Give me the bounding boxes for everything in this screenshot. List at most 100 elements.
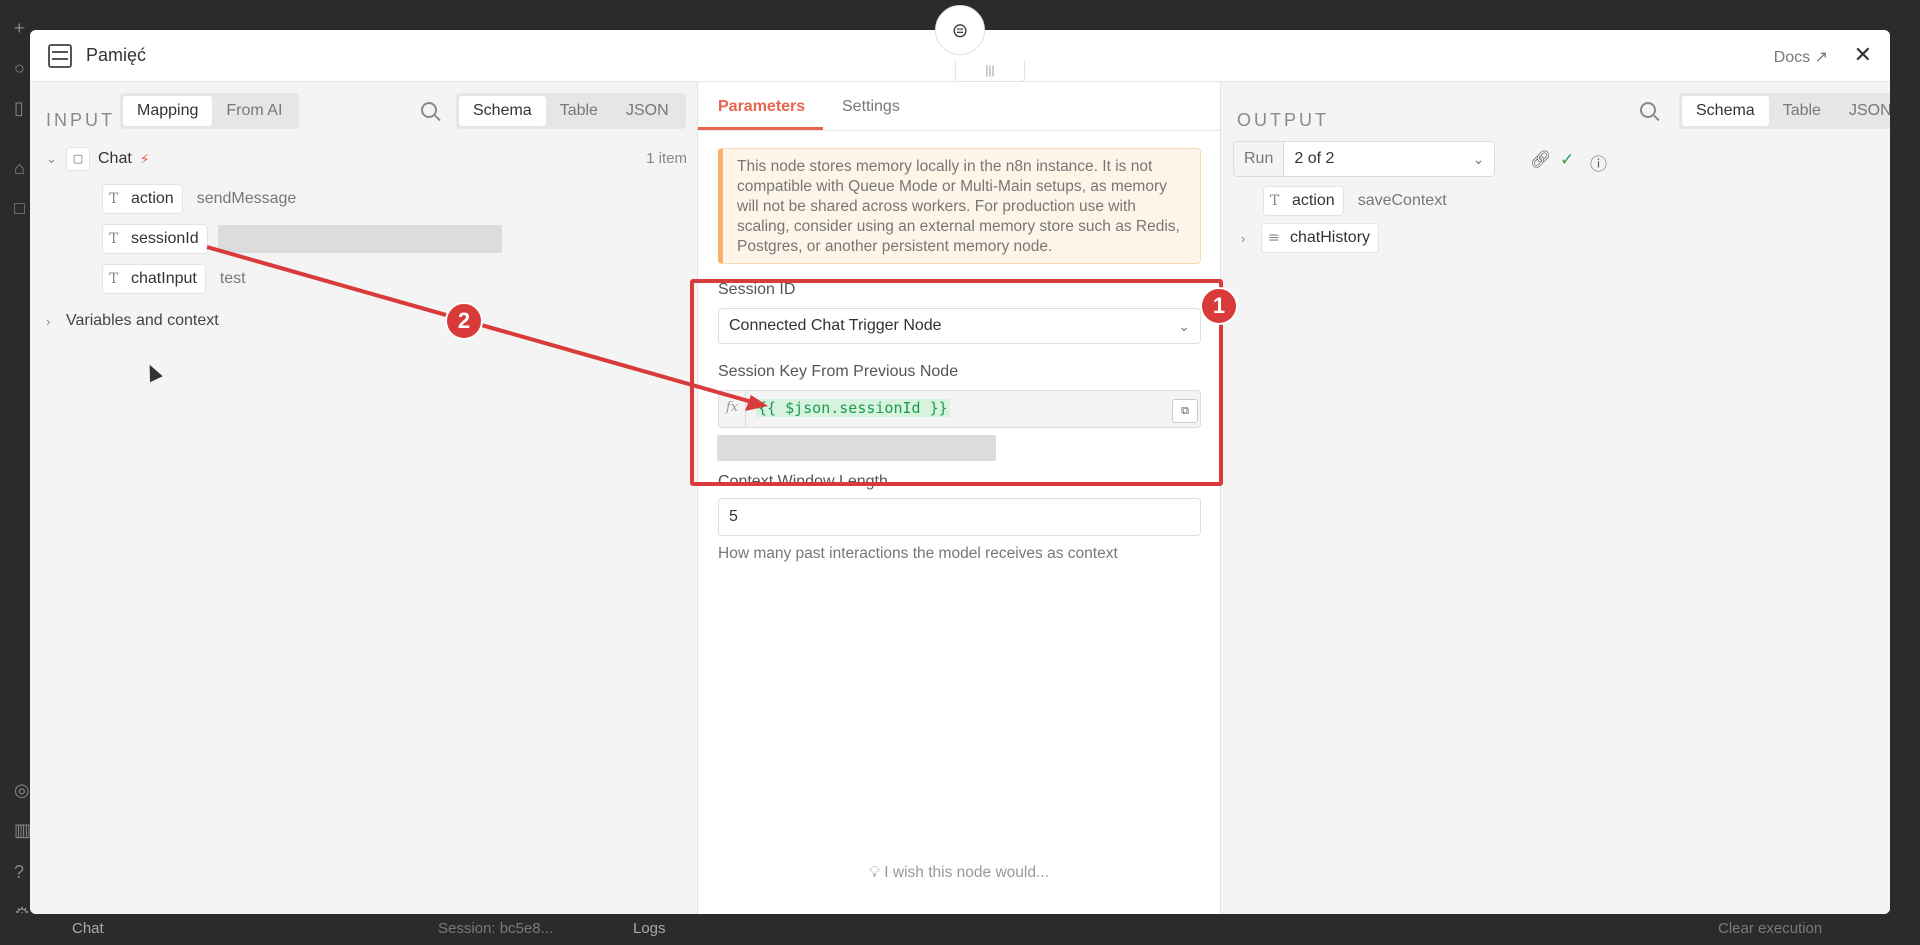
item-count: 1 item bbox=[646, 150, 687, 167]
feedback-link[interactable]: 💡︎ I wish this node would... bbox=[698, 864, 1220, 882]
tab-settings[interactable]: Settings bbox=[842, 98, 900, 116]
chevron-down-icon: ⌄ bbox=[1178, 318, 1190, 334]
chevron-right-icon[interactable]: › bbox=[1241, 231, 1261, 246]
field-row-chatinput[interactable]: TchatInput test bbox=[102, 264, 246, 294]
lightbulb-icon: 💡︎ bbox=[869, 864, 880, 881]
chevron-right-icon[interactable]: › bbox=[46, 314, 66, 329]
feedback-label: I wish this node would... bbox=[884, 864, 1049, 881]
schema-tab[interactable]: Schema bbox=[1682, 96, 1769, 126]
plus-icon[interactable]: + bbox=[14, 18, 25, 38]
input-panel: INPUT Mapping From AI Schema Table JSON … bbox=[30, 82, 698, 914]
input-view-toggle: Schema Table JSON bbox=[456, 93, 686, 129]
run-select[interactable]: 2 of 2 ⌄ bbox=[1283, 141, 1496, 177]
output-field-action[interactable]: Taction saveContext bbox=[1263, 186, 1447, 216]
parameters-panel: Parameters Settings This node stores mem… bbox=[698, 82, 1221, 914]
text-type-icon: T bbox=[109, 271, 119, 287]
session-id-label: Session ID bbox=[718, 281, 796, 298]
output-panel: OUTPUT Schema Table JSON Run 2 of 2 ⌄ 🔗︎… bbox=[1221, 82, 1890, 914]
context-window-label: Context Window Length bbox=[718, 473, 888, 490]
source-node-row[interactable]: ⌄ ▢ Chat ⚡ bbox=[46, 144, 150, 174]
success-check-icon: ✓ bbox=[1560, 150, 1575, 169]
json-tab[interactable]: JSON bbox=[612, 96, 683, 126]
app-sidebar: + ○ ▯ ⌂ □ ◎ ▥ ? ⚙ bbox=[0, 0, 31, 945]
from-ai-tab[interactable]: From AI bbox=[212, 96, 296, 126]
run-label: Run bbox=[1233, 141, 1284, 177]
tab-parameters[interactable]: Parameters bbox=[718, 98, 805, 116]
active-tab-indicator bbox=[698, 127, 823, 130]
variables-label: Variables and context bbox=[66, 312, 219, 329]
session-id-value: Connected Chat Trigger Node bbox=[729, 317, 942, 334]
output-field-chathistory[interactable]: › ≡ chatHistory bbox=[1241, 223, 1380, 253]
search-icon[interactable]: ○ bbox=[14, 58, 25, 78]
chat-bubble-icon: ▢ bbox=[66, 147, 90, 171]
trigger-bolt-icon: ⚡ bbox=[139, 150, 150, 167]
text-type-icon: T bbox=[1270, 193, 1280, 209]
field-name: chatHistory bbox=[1290, 229, 1371, 246]
list-type-icon: ≡ bbox=[1268, 230, 1280, 246]
node-title[interactable]: Pamięć bbox=[86, 45, 146, 66]
table-tab[interactable]: Table bbox=[1769, 96, 1835, 126]
table-tab[interactable]: Table bbox=[546, 96, 612, 126]
json-tab[interactable]: JSON bbox=[1835, 96, 1890, 126]
node-modal: Pamięć Docs ↗ ✕ INPUT Mapping From AI Sc… bbox=[30, 30, 1890, 914]
field-name: action bbox=[1292, 192, 1335, 209]
ai-agent-node-icon: ⊜ bbox=[935, 5, 985, 55]
session-id-select[interactable]: Connected Chat Trigger Node ⌄ bbox=[718, 308, 1201, 344]
session-label: Session: bc5e8... bbox=[438, 920, 554, 937]
clear-execution-button[interactable]: Clear execution bbox=[1718, 920, 1822, 937]
variables-context-row[interactable]: › Variables and context bbox=[46, 312, 219, 330]
close-icon[interactable]: ✕ bbox=[1854, 42, 1872, 68]
expand-expression-icon[interactable]: ⧉ bbox=[1172, 399, 1198, 423]
docs-link[interactable]: Docs ↗ bbox=[1774, 47, 1828, 67]
field-value: saveContext bbox=[1357, 192, 1447, 209]
run-selector: Run 2 of 2 ⌄ bbox=[1233, 141, 1496, 177]
input-label: INPUT bbox=[46, 110, 115, 130]
link-icon[interactable]: 🔗︎ bbox=[1530, 150, 1552, 170]
external-link-icon: ↗ bbox=[1814, 49, 1828, 66]
fx-icon: fx bbox=[719, 391, 746, 427]
warning-notice: This node stores memory locally in the n… bbox=[718, 148, 1201, 264]
schema-tab[interactable]: Schema bbox=[459, 96, 546, 126]
redacted-value bbox=[217, 225, 502, 253]
output-view-toggle: Schema Table JSON bbox=[1679, 93, 1890, 129]
field-row-sessionid[interactable]: TsessionId bbox=[102, 224, 502, 254]
panel-icon[interactable]: ▯ bbox=[14, 98, 24, 118]
insights-icon[interactable]: ▥ bbox=[14, 820, 31, 840]
search-icon[interactable] bbox=[421, 102, 437, 118]
context-window-input[interactable]: 5 bbox=[718, 498, 1201, 536]
expression-code: {{ $json.sessionId }} bbox=[756, 399, 950, 417]
session-key-expression-input[interactable]: fx {{ $json.sessionId }} ⧉ bbox=[718, 390, 1201, 428]
help-icon[interactable]: ? bbox=[14, 862, 24, 882]
field-name: sessionId bbox=[131, 230, 199, 247]
context-window-hint: How many past interactions the model rec… bbox=[718, 545, 1118, 562]
field-name: chatInput bbox=[131, 270, 197, 287]
annotation-marker-1: 1 bbox=[1200, 287, 1238, 325]
text-type-icon: T bbox=[109, 191, 119, 207]
info-icon[interactable]: ⓘ bbox=[1590, 150, 1607, 175]
bottom-bar: Chat Session: bc5e8... Logs Clear execut… bbox=[0, 913, 1920, 945]
templates-icon[interactable]: ◎ bbox=[14, 780, 30, 800]
field-value: sendMessage bbox=[196, 190, 297, 207]
run-value: 2 of 2 bbox=[1294, 150, 1335, 167]
panel-drag-handle[interactable]: ||| bbox=[955, 60, 1025, 82]
home-icon[interactable]: ⌂ bbox=[14, 158, 25, 178]
chat-icon[interactable]: □ bbox=[14, 198, 25, 218]
output-label: OUTPUT bbox=[1237, 110, 1329, 130]
source-node-name: Chat bbox=[98, 150, 132, 167]
field-row-action[interactable]: Taction sendMessage bbox=[102, 184, 296, 214]
session-key-label: Session Key From Previous Node bbox=[718, 363, 959, 380]
tabs-divider bbox=[698, 130, 1220, 131]
chevron-down-icon[interactable]: ⌄ bbox=[46, 151, 66, 167]
field-name: action bbox=[131, 190, 174, 207]
redacted-result bbox=[717, 435, 996, 461]
annotation-marker-2: 2 bbox=[445, 302, 483, 340]
chat-tab[interactable]: Chat bbox=[72, 920, 104, 937]
logs-tab[interactable]: Logs bbox=[633, 920, 666, 937]
docs-label: Docs bbox=[1773, 49, 1811, 66]
input-mode-toggle: Mapping From AI bbox=[120, 93, 300, 129]
memory-node-icon bbox=[48, 44, 72, 68]
field-value: test bbox=[219, 270, 246, 287]
chevron-down-icon: ⌄ bbox=[1472, 151, 1485, 167]
search-icon[interactable] bbox=[1640, 102, 1656, 118]
mapping-tab[interactable]: Mapping bbox=[123, 96, 213, 126]
